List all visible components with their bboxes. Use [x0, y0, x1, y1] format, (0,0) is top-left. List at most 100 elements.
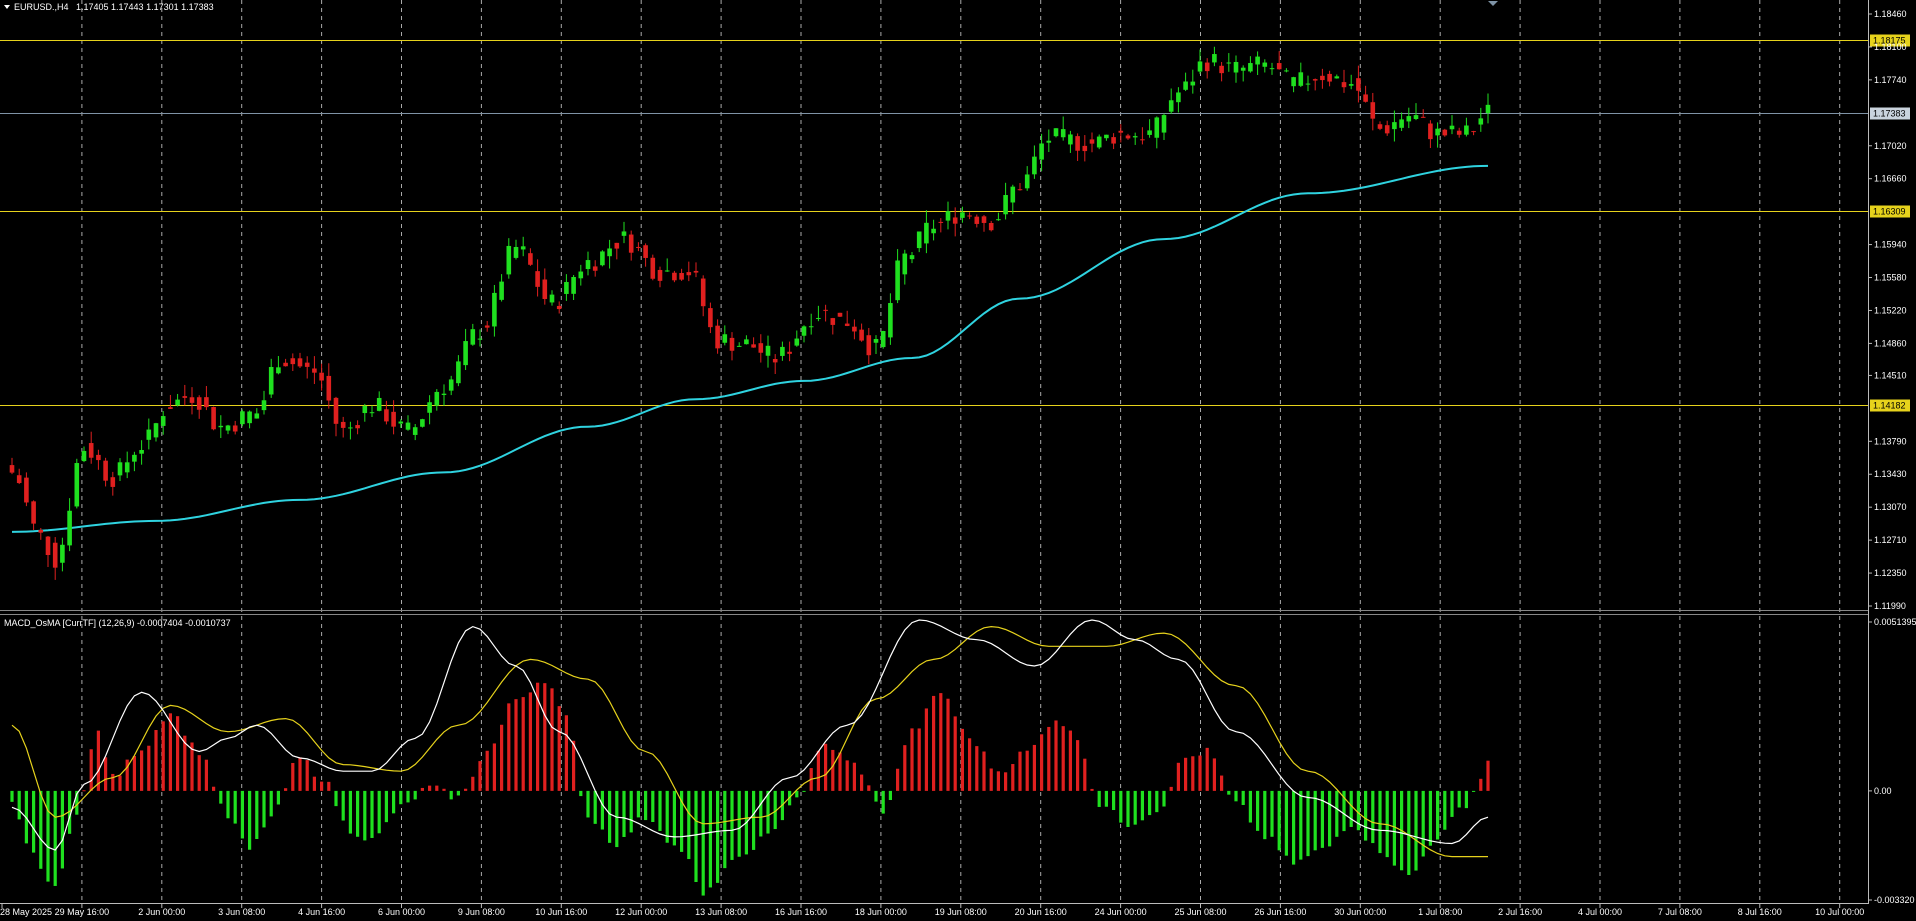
bull-candle	[153, 423, 159, 438]
time-tick-label: 29 May 16:00	[55, 907, 110, 917]
histogram-bar-positive	[557, 706, 561, 791]
bear-candle	[9, 465, 15, 473]
time-tick-label: 10 Jul 00:00	[1815, 907, 1864, 917]
ohlc-values: 1.17405 1.17443 1.17301 1.17383	[76, 2, 214, 12]
bear-candle	[45, 536, 51, 556]
histogram-bar-positive	[946, 698, 950, 791]
chart-background	[0, 0, 1916, 921]
histogram-bar-negative	[1392, 790, 1396, 866]
histogram-bar-positive	[1176, 762, 1180, 791]
bear-candle	[686, 272, 692, 276]
bull-candle	[1485, 104, 1491, 114]
bear-candle	[715, 325, 720, 349]
histogram-bar-positive	[924, 708, 928, 791]
bear-candle	[1219, 65, 1224, 74]
histogram-bar-positive	[492, 743, 496, 791]
bear-candle	[1384, 125, 1390, 134]
histogram-bar-negative	[701, 790, 705, 896]
histogram-bar-positive	[132, 756, 136, 791]
histogram-bar-negative	[766, 790, 770, 834]
bull-candle	[477, 338, 483, 340]
histogram-bar-negative	[1299, 790, 1303, 860]
bear-candle	[787, 351, 792, 354]
bull-candle	[801, 326, 807, 336]
bull-candle	[376, 397, 382, 411]
bear-candle	[52, 542, 58, 568]
histogram-bar-negative	[1248, 790, 1252, 823]
histogram-bar-positive	[1061, 726, 1065, 791]
histogram-bar-negative	[1126, 790, 1130, 827]
symbol-label: EURUSD.,H4	[14, 2, 69, 12]
bull-candle	[1132, 136, 1138, 138]
bull-candle	[1060, 129, 1066, 138]
histogram-bar-negative	[658, 790, 662, 831]
bear-candle	[679, 272, 684, 280]
histogram-bar-positive	[1198, 755, 1202, 791]
bull-candle	[348, 427, 353, 429]
histogram-bar-positive	[464, 788, 468, 791]
trading-chart[interactable]: 1.181751.163091.141821.17383 1.184601.18…	[0, 0, 1916, 921]
histogram-bar-positive	[550, 688, 554, 791]
histogram-bar-negative	[622, 790, 626, 837]
bull-candle	[441, 393, 447, 395]
bear-candle	[1204, 62, 1210, 72]
histogram-bar-positive	[953, 716, 957, 791]
histogram-bar-positive	[312, 776, 316, 791]
histogram-bar-negative	[60, 790, 64, 869]
histogram-bar-negative	[1428, 790, 1432, 846]
histogram-bar-positive	[1068, 730, 1072, 791]
bear-candle	[31, 501, 36, 524]
histogram-bar-negative	[694, 790, 698, 883]
bull-candle	[1291, 77, 1296, 87]
bear-candle	[355, 425, 360, 429]
bull-candle	[139, 450, 144, 454]
bear-candle	[1075, 136, 1080, 151]
bear-candle	[729, 337, 735, 351]
histogram-bar-negative	[53, 790, 57, 886]
bear-candle	[981, 216, 987, 223]
bear-candle	[974, 216, 980, 224]
histogram-bar-negative	[1263, 790, 1267, 840]
histogram-bar-positive	[442, 788, 446, 791]
histogram-bar-positive	[291, 762, 295, 791]
histogram-bar-positive	[989, 768, 993, 791]
bull-candle	[1392, 122, 1397, 130]
bull-candle	[607, 248, 612, 257]
histogram-bar-negative	[1450, 790, 1454, 817]
price-tick-label: 1.13430	[1874, 469, 1907, 479]
histogram-bar-positive	[478, 761, 482, 791]
histogram-bar-positive	[111, 773, 115, 791]
bull-candle	[276, 367, 281, 374]
bull-candle	[1197, 61, 1203, 72]
histogram-bar-positive	[118, 775, 122, 791]
bull-candle	[60, 544, 65, 563]
bull-candle	[585, 260, 591, 270]
price-tick-label: 1.13790	[1874, 436, 1907, 446]
bull-candle	[427, 402, 432, 413]
price-tick-label: 1.17740	[1874, 75, 1907, 85]
histogram-bar-positive	[176, 716, 180, 791]
bear-candle	[592, 266, 598, 271]
histogram-bar-positive	[104, 757, 108, 791]
histogram-bar-negative	[730, 790, 734, 860]
bull-candle	[492, 292, 497, 327]
bull-candle	[81, 450, 87, 462]
level-price-label: 1.14182	[1873, 401, 1906, 411]
bull-candle	[1010, 186, 1016, 203]
price-tick-label: 1.12350	[1874, 568, 1907, 578]
histogram-bar-negative	[334, 790, 338, 807]
histogram-bar-positive	[212, 786, 216, 791]
bull-candle	[765, 345, 771, 356]
bear-candle	[1377, 124, 1383, 129]
time-tick-label: 24 Jun 00:00	[1095, 907, 1147, 917]
bull-candle	[132, 454, 137, 462]
bear-candle	[1140, 139, 1145, 141]
bull-candle	[1212, 54, 1217, 63]
bear-candle	[384, 409, 389, 422]
bull-candle	[1168, 100, 1174, 112]
bull-candle	[808, 326, 814, 328]
bull-candle	[888, 303, 893, 338]
bear-candle	[967, 215, 972, 217]
bull-candle	[1255, 56, 1260, 65]
bull-candle	[1334, 76, 1340, 79]
